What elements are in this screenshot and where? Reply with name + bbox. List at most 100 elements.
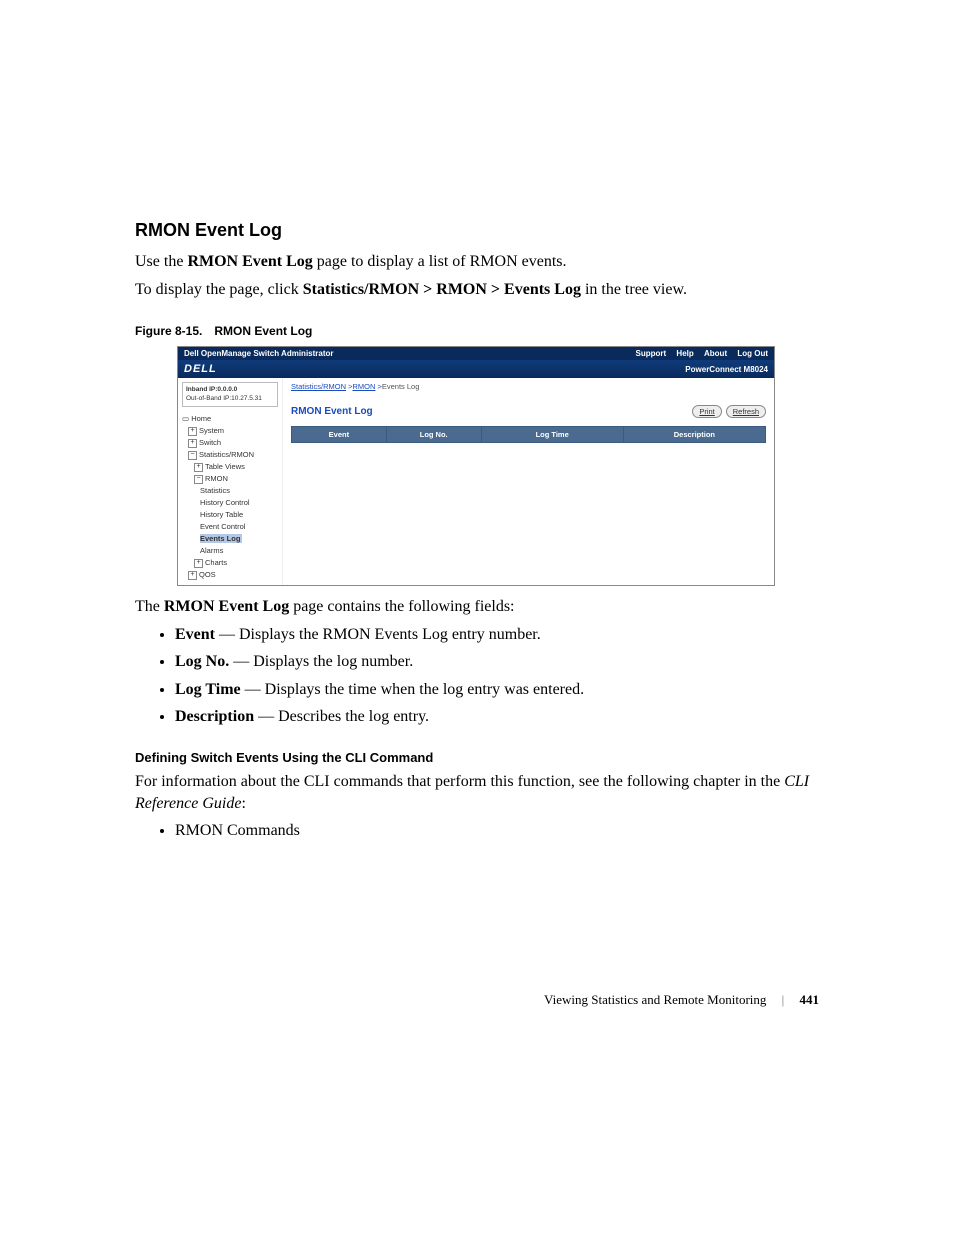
text: For information about the CLI commands t… bbox=[135, 773, 784, 790]
field-name: Description bbox=[175, 708, 254, 725]
expand-icon[interactable]: + bbox=[194, 463, 203, 472]
text-bold: RMON Event Log bbox=[187, 253, 312, 270]
section-title: RMON Event Log bbox=[135, 220, 819, 241]
breadcrumb-link-1[interactable]: Statistics/RMON bbox=[291, 382, 346, 391]
header-links: Support Help About Log Out bbox=[628, 349, 768, 358]
print-button[interactable]: Print bbox=[692, 405, 721, 418]
tree-statistics-rmon[interactable]: −Statistics/RMON bbox=[182, 449, 278, 461]
support-link[interactable]: Support bbox=[636, 349, 667, 358]
list-item: Description — Describes the log entry. bbox=[175, 706, 819, 728]
tree-label: System bbox=[199, 426, 224, 435]
field-desc: — Displays the log number. bbox=[229, 653, 413, 670]
tree-event-control[interactable]: Event Control bbox=[182, 521, 278, 533]
breadcrumb-link-2[interactable]: RMON bbox=[352, 382, 375, 391]
app-titlebar: Dell OpenManage Switch Administrator Sup… bbox=[178, 347, 774, 360]
text: Use the bbox=[135, 253, 187, 270]
cli-list: RMON Commands bbox=[135, 820, 819, 842]
cli-intro: For information about the CLI commands t… bbox=[135, 771, 819, 814]
intro-paragraph-1: Use the RMON Event Log page to display a… bbox=[135, 251, 819, 273]
field-name: Log No. bbox=[175, 653, 229, 670]
col-description: Description bbox=[623, 427, 765, 443]
intro-paragraph-2: To display the page, click Statistics/RM… bbox=[135, 279, 819, 301]
expand-icon[interactable]: + bbox=[194, 559, 203, 568]
list-item: Event — Displays the RMON Events Log ent… bbox=[175, 624, 819, 646]
app-main: Inband IP:0.0.0.0 Out-of-Band IP:10.27.5… bbox=[178, 378, 774, 585]
tree-label: RMON bbox=[205, 474, 228, 483]
nav-tree: ▭ Home +System +Switch −Statistics/RMON … bbox=[182, 413, 278, 581]
about-link[interactable]: About bbox=[704, 349, 727, 358]
action-buttons: Print Refresh bbox=[692, 405, 766, 418]
tree-label: Table Views bbox=[205, 462, 245, 471]
help-link[interactable]: Help bbox=[676, 349, 693, 358]
tree-switch[interactable]: +Switch bbox=[182, 437, 278, 449]
refresh-button[interactable]: Refresh bbox=[726, 405, 766, 418]
breadcrumb: Statistics/RMON >RMON >Events Log bbox=[291, 382, 766, 391]
separator: | bbox=[782, 992, 785, 1007]
list-item: RMON Commands bbox=[175, 820, 819, 842]
tree-history-table[interactable]: History Table bbox=[182, 509, 278, 521]
col-event: Event bbox=[292, 427, 387, 443]
collapse-icon[interactable]: − bbox=[194, 475, 203, 484]
tree-history-control[interactable]: History Control bbox=[182, 497, 278, 509]
tree-rmon[interactable]: −RMON bbox=[182, 473, 278, 485]
tree-home[interactable]: ▭ Home bbox=[182, 413, 278, 425]
expand-icon[interactable]: + bbox=[188, 439, 197, 448]
tree-table-views[interactable]: +Table Views bbox=[182, 461, 278, 473]
tree-qos[interactable]: +QOS bbox=[182, 569, 278, 581]
document-page: RMON Event Log Use the RMON Event Log pa… bbox=[0, 0, 954, 1088]
figure-title: RMON Event Log bbox=[214, 324, 312, 338]
page-title: RMON Event Log bbox=[291, 406, 373, 417]
tree-label: Switch bbox=[199, 438, 221, 447]
tree-alarms[interactable]: Alarms bbox=[182, 545, 278, 557]
expand-icon[interactable]: + bbox=[188, 571, 197, 580]
list-item: Log No. — Displays the log number. bbox=[175, 651, 819, 673]
logout-link[interactable]: Log Out bbox=[737, 349, 768, 358]
tree-label: Home bbox=[191, 414, 211, 423]
tree-events-log[interactable]: Events Log bbox=[182, 533, 278, 545]
col-log-time: Log Time bbox=[481, 427, 623, 443]
text: : bbox=[241, 795, 245, 812]
tree-label: QOS bbox=[199, 570, 216, 579]
text: The bbox=[135, 598, 164, 615]
page-number: 441 bbox=[800, 992, 820, 1007]
figure-caption: Figure 8-15. RMON Event Log bbox=[135, 324, 819, 338]
tree-label: Charts bbox=[205, 558, 227, 567]
chapter-name: Viewing Statistics and Remote Monitoring bbox=[544, 992, 766, 1007]
tree-statistics-item[interactable]: Statistics bbox=[182, 485, 278, 497]
content-area: Statistics/RMON >RMON >Events Log RMON E… bbox=[283, 378, 774, 585]
field-desc: — Describes the log entry. bbox=[254, 708, 429, 725]
text-bold: Statistics/RMON > RMON > Events Log bbox=[303, 281, 581, 298]
subheading: Defining Switch Events Using the CLI Com… bbox=[135, 750, 819, 765]
tree-label: Statistics/RMON bbox=[199, 450, 254, 459]
field-desc: — Displays the RMON Events Log entry num… bbox=[215, 626, 541, 643]
figure-label: Figure 8-15. bbox=[135, 324, 202, 338]
outofband-ip: Out-of-Band IP:10.27.5.31 bbox=[186, 395, 274, 403]
text: in the tree view. bbox=[581, 281, 687, 298]
content-header: RMON Event Log Print Refresh bbox=[291, 405, 766, 418]
breadcrumb-current: Events Log bbox=[382, 382, 420, 391]
tree-system[interactable]: +System bbox=[182, 425, 278, 437]
sidebar: Inband IP:0.0.0.0 Out-of-Band IP:10.27.5… bbox=[178, 378, 283, 585]
text: page to display a list of RMON events. bbox=[313, 253, 567, 270]
tree-charts[interactable]: +Charts bbox=[182, 557, 278, 569]
event-log-table: Event Log No. Log Time Description bbox=[291, 426, 766, 443]
list-item: Log Time — Displays the time when the lo… bbox=[175, 679, 819, 701]
tree-selected-label: Events Log bbox=[200, 534, 242, 543]
ip-info-box: Inband IP:0.0.0.0 Out-of-Band IP:10.27.5… bbox=[182, 382, 278, 407]
text: To display the page, click bbox=[135, 281, 303, 298]
app-title: Dell OpenManage Switch Administrator bbox=[184, 349, 334, 358]
inband-ip: Inband IP:0.0.0.0 bbox=[186, 386, 274, 394]
expand-icon[interactable]: + bbox=[188, 427, 197, 436]
text: page contains the following fields: bbox=[289, 598, 514, 615]
model-label: PowerConnect M8024 bbox=[685, 365, 768, 374]
table-header-row: Event Log No. Log Time Description bbox=[292, 427, 766, 443]
col-log-no: Log No. bbox=[386, 427, 481, 443]
dell-logo: DELL bbox=[184, 363, 217, 375]
field-desc: — Displays the time when the log entry w… bbox=[241, 681, 584, 698]
collapse-icon[interactable]: − bbox=[188, 451, 197, 460]
page-footer: Viewing Statistics and Remote Monitoring… bbox=[135, 992, 819, 1008]
fields-list: Event — Displays the RMON Events Log ent… bbox=[135, 624, 819, 728]
home-icon: ▭ bbox=[182, 414, 189, 423]
text-bold: RMON Event Log bbox=[164, 598, 289, 615]
field-name: Event bbox=[175, 626, 215, 643]
